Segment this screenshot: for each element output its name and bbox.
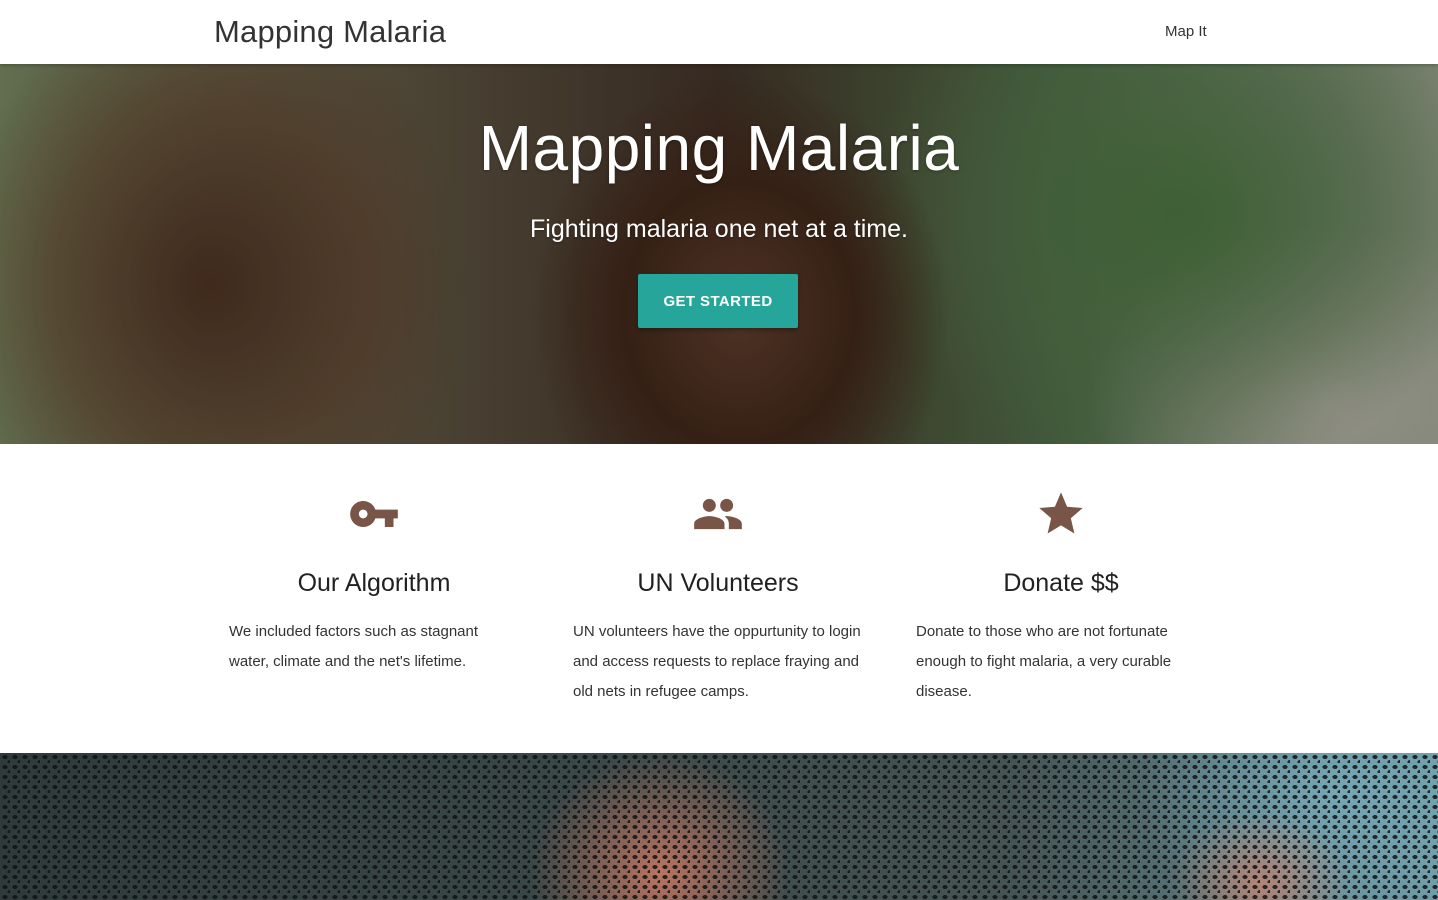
nav-link-map-it[interactable]: Map It — [1165, 23, 1207, 40]
key-icon — [348, 488, 400, 540]
people-icon — [692, 488, 744, 540]
feature-description: Donate to those who are not fortunate en… — [916, 623, 1172, 700]
hero-banner: Mapping Malaria Fighting malaria one net… — [0, 64, 1438, 444]
get-started-button[interactable]: GET STARTED — [638, 274, 798, 328]
feature-title: UN Volunteers — [637, 569, 799, 597]
feature-volunteers: UN Volunteers UN volunteers have the opp… — [573, 488, 863, 707]
feature-algorithm: Our Algorithm We included factors such a… — [229, 488, 519, 677]
feature-description: We included factors such as stagnant wat… — [229, 623, 479, 670]
hero-subtitle: Fighting malaria one net at a time. — [530, 215, 908, 243]
feature-title: Donate $$ — [1003, 569, 1119, 597]
hero-title: Mapping Malaria — [478, 112, 960, 184]
brand-logo-link[interactable]: Mapping Malaria — [214, 14, 446, 50]
feature-donate: Donate $$ Donate to those who are not fo… — [916, 488, 1206, 707]
star-icon — [1035, 488, 1087, 540]
mosquito-net-image — [0, 753, 1438, 900]
feature-title: Our Algorithm — [297, 569, 451, 597]
top-navbar: Mapping Malaria Map It — [0, 0, 1438, 64]
feature-description: UN volunteers have the oppurtunity to lo… — [573, 623, 861, 700]
net-texture — [0, 753, 1438, 900]
